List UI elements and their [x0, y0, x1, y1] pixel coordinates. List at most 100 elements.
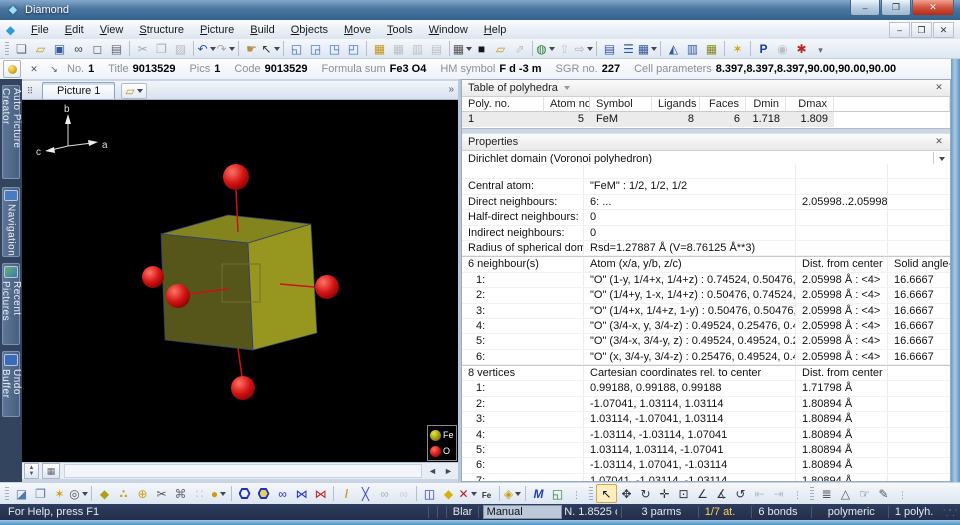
table-angles-icon[interactable] [408, 40, 427, 57]
close-button[interactable]: ✕ [912, 0, 954, 16]
toolbar-grip[interactable] [589, 487, 593, 501]
spin-icon[interactable] [731, 485, 750, 502]
toolbar-grip[interactable] [5, 487, 9, 501]
menu-file[interactable]: File [23, 22, 57, 38]
print-preview-icon[interactable] [88, 40, 107, 57]
menu-build[interactable]: Build [242, 22, 282, 38]
pane-menu-caret-icon[interactable] [564, 86, 570, 90]
redo-icon[interactable] [216, 40, 235, 57]
find-icon[interactable] [69, 40, 88, 57]
picture-new-icon[interactable] [12, 485, 31, 502]
atom-add-icon[interactable] [133, 485, 152, 502]
menu-move[interactable]: Move [336, 22, 379, 38]
fe-bond-icon[interactable] [477, 485, 496, 502]
rotate-icon[interactable] [636, 485, 655, 502]
hexagon-yellow-icon[interactable] [254, 485, 273, 502]
spectrum-icon[interactable] [817, 485, 836, 502]
menu-help[interactable]: Help [476, 22, 515, 38]
web-icon[interactable] [536, 40, 555, 57]
link-icon[interactable] [510, 40, 529, 57]
menu-view[interactable]: View [92, 22, 132, 38]
bond-icon[interactable] [337, 485, 356, 502]
frame-spinner[interactable] [24, 463, 39, 479]
pack-icon[interactable] [503, 485, 522, 502]
touch-icon[interactable] [855, 485, 874, 502]
step-forward-icon[interactable] [769, 485, 788, 502]
tab-picture-1[interactable]: Picture 1 [42, 82, 115, 99]
grid-small-icon[interactable] [42, 463, 60, 479]
lattice-blue-icon[interactable] [292, 485, 311, 502]
ring-white-icon[interactable] [394, 485, 413, 502]
minimize-button[interactable]: – [850, 0, 880, 16]
tab-grid-icon[interactable] [22, 83, 38, 99]
grid-icon[interactable] [453, 40, 472, 57]
scroll-right-icon[interactable] [442, 465, 455, 478]
translate-icon[interactable] [655, 485, 674, 502]
bonds-cross-icon[interactable] [356, 485, 375, 502]
polyhedron-icon[interactable] [95, 485, 114, 502]
new-folder-icon[interactable] [491, 40, 510, 57]
picture-copy-icon[interactable] [31, 485, 50, 502]
menu-structure[interactable]: Structure [131, 22, 192, 38]
triangle-icon[interactable] [836, 485, 855, 502]
pan-icon[interactable] [242, 40, 261, 57]
toolbar-grip[interactable] [810, 487, 814, 501]
cell-atoms-icon[interactable] [171, 485, 190, 502]
table-bonds-icon[interactable] [389, 40, 408, 57]
contrast-icon[interactable] [472, 40, 491, 57]
layout-details-icon[interactable] [619, 40, 638, 57]
picture-wizard-icon[interactable] [50, 485, 69, 502]
diamond-yellow-icon[interactable] [439, 485, 458, 502]
sidebar-item-recent-pictures[interactable]: Recent Pictures [2, 263, 20, 345]
pointer-icon[interactable] [261, 40, 280, 57]
paste-icon[interactable] [171, 40, 190, 57]
destroy-atoms-icon[interactable] [458, 485, 477, 502]
picture-view-icon[interactable] [548, 485, 567, 502]
zoom-icon[interactable] [674, 485, 693, 502]
atom-group-icon[interactable] [114, 485, 133, 502]
select-icon[interactable] [596, 484, 617, 503]
wizard-icon[interactable] [728, 40, 747, 57]
resize-grip-icon[interactable]: ⸪⸪ [943, 506, 956, 519]
property-row[interactable]: 2:"O" (1/4+y, 1-x, 1/4+z) : 0.50476, 0.7… [462, 288, 950, 303]
atom-cut-icon[interactable] [152, 485, 171, 502]
table-atoms-icon[interactable] [370, 40, 389, 57]
export-icon[interactable] [555, 40, 574, 57]
ring-blue-icon[interactable] [273, 485, 292, 502]
property-row[interactable]: 5:1.03114, 1.03114, -1.070411.80894 Å [462, 443, 950, 458]
infobar-close-icon[interactable]: ✕ [27, 62, 41, 76]
neighbours-section-row[interactable]: 6 neighbour(s)Atom (x/a, y/b, z/c)Dist. … [462, 256, 950, 272]
window-new-icon[interactable] [344, 40, 363, 57]
property-row[interactable]: 7:1.07041, -1.03114, -1.031141.80894 Å [462, 474, 950, 481]
dots-overflow-icon[interactable] [893, 485, 912, 502]
new-icon[interactable] [12, 40, 31, 57]
histogram-icon[interactable] [683, 40, 702, 57]
table-planes-icon[interactable] [427, 40, 446, 57]
layout-table-icon[interactable] [638, 40, 657, 57]
toolbar-overflow-icon[interactable] [811, 40, 830, 57]
mdi-restore-button[interactable]: ❐ [911, 22, 932, 38]
sidebar-item-navigation[interactable]: Navigation [2, 187, 20, 257]
undo-icon[interactable] [197, 40, 216, 57]
draw-icon[interactable] [874, 485, 893, 502]
dots-overflow-icon[interactable] [567, 485, 586, 502]
property-row[interactable]: 5:"O" (3/4-x, 3/4-y, z) : 0.49524, 0.495… [462, 334, 950, 349]
property-row[interactable]: 3:"O" (1/4+x, 1/4+z, 1-y) : 0.50476, 0.5… [462, 304, 950, 319]
property-row[interactable]: 6:-1.03114, 1.07041, -1.031141.80894 Å [462, 458, 950, 473]
cut-icon[interactable] [133, 40, 152, 57]
property-row[interactable]: 1:"O" (1-y, 1/4+x, 1/4+z) : 0.74524, 0.5… [462, 273, 950, 288]
properties-close-icon[interactable]: ✕ [932, 135, 946, 148]
structure-viewport[interactable]: b a c Fe O [22, 100, 458, 462]
copy-icon[interactable] [152, 40, 171, 57]
new-picture-button[interactable] [121, 83, 146, 99]
scroll-left-icon[interactable] [426, 465, 439, 478]
menu-objects[interactable]: Objects [283, 22, 336, 38]
window-refresh-icon[interactable] [306, 40, 325, 57]
cube-icon[interactable] [420, 485, 439, 502]
property-row[interactable]: 4:-1.03114, -1.03114, 1.070411.80894 Å [462, 428, 950, 443]
mdi-document-icon[interactable] [4, 23, 17, 36]
property-row[interactable]: 6:"O" (x, 3/4-y, 3/4-z) : 0.25476, 0.495… [462, 350, 950, 365]
measure-m-icon[interactable] [529, 485, 548, 502]
property-row[interactable]: 4:"O" (3/4-x, y, 3/4-z) : 0.49524, 0.254… [462, 319, 950, 334]
save-icon[interactable] [50, 40, 69, 57]
